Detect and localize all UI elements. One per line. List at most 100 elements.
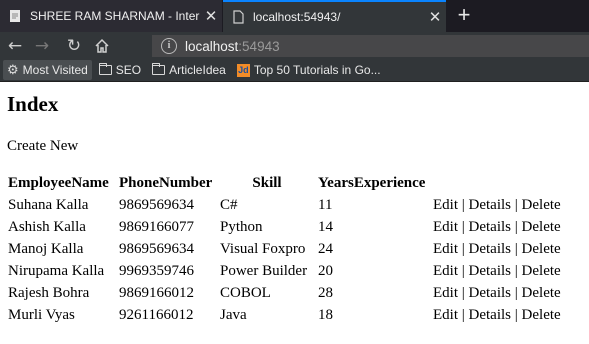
table-row: Nirupama Kalla 9969359746 Power Builder 20 E…: [6, 261, 577, 283]
table-row: Suhana Kalla 9869569634 C# 11 Edit | Details…: [6, 195, 577, 217]
skill-cell: Power Builder: [220, 263, 308, 279]
bookmark-articleidea[interactable]: ArticleIdea: [148, 60, 230, 80]
action-separator: |: [458, 307, 469, 323]
table-body: Suhana Kalla 9869569634 C# 11 Edit | Details…: [6, 195, 577, 327]
edit-link[interactable]: Edit: [433, 263, 458, 279]
employee-table: EmployeeName PhoneNumber Skill YearsExpe…: [6, 173, 577, 327]
edit-link[interactable]: Edit: [433, 197, 458, 213]
column-header-skill: Skill: [252, 175, 282, 191]
folder-icon: [152, 63, 166, 75]
create-new-link[interactable]: Create New: [7, 138, 78, 155]
skill-cell: COBOL: [220, 285, 271, 301]
bookmark-label: Top 50 Tutorials in Go...: [253, 63, 381, 77]
skill-cell: Python: [220, 219, 263, 235]
bookmark-most-visited[interactable]: ⚙ Most Visited: [3, 60, 92, 80]
action-separator: |: [458, 285, 469, 301]
delete-link[interactable]: Delete: [522, 219, 561, 235]
employee-name-cell: Suhana Kalla: [8, 197, 89, 213]
edit-link[interactable]: Edit: [433, 219, 458, 235]
phone-number-cell: 9869569634: [119, 197, 194, 213]
phone-number-cell: 9261166012: [119, 307, 194, 323]
action-separator: |: [511, 307, 522, 323]
skill-cell: Java: [220, 307, 247, 323]
page-title: Index: [7, 92, 59, 116]
skill-cell: C#: [220, 197, 238, 213]
action-separator: |: [458, 241, 469, 257]
employee-name-cell: Ashish Kalla: [8, 219, 86, 235]
years-experience-cell: 14: [318, 219, 333, 235]
phone-number-cell: 9869166077: [119, 219, 194, 235]
folder-icon: [98, 63, 112, 75]
years-experience-cell: 20: [318, 263, 333, 279]
forward-arrow-icon[interactable]: →: [31, 35, 53, 57]
back-arrow-icon[interactable]: ←: [4, 35, 26, 57]
bookmark-label: ArticleIdea: [169, 63, 226, 77]
bookmark-label: SEO: [115, 63, 142, 77]
employee-name-cell: Rajesh Bohra: [8, 285, 90, 301]
delete-link[interactable]: Delete: [522, 307, 561, 323]
bookmark-seo[interactable]: SEO: [95, 60, 145, 80]
action-separator: |: [511, 197, 522, 213]
edit-link[interactable]: Edit: [433, 241, 458, 257]
action-separator: |: [458, 263, 469, 279]
phone-number-cell: 9869569634: [119, 241, 194, 257]
row-actions: Edit | Details | Delete: [433, 261, 577, 283]
bookmarks-bar: ⚙ Most Visited SEO ArticleIdea Jd Top 50…: [0, 59, 589, 82]
table-row: Murli Vyas 9261166012 Java 18 Edit | Details…: [6, 305, 577, 327]
close-tab-icon[interactable]: ✕: [200, 7, 222, 25]
tab-localhost[interactable]: localhost:54943/ ✕: [223, 0, 446, 32]
navigation-toolbar: ← → ↻ i localhost:54943: [0, 32, 589, 59]
phone-number-cell: 9969359746: [119, 263, 194, 279]
delete-link[interactable]: Delete: [522, 197, 561, 213]
table-header-row: EmployeeName PhoneNumber Skill YearsExpe…: [6, 173, 577, 195]
details-link[interactable]: Details: [469, 263, 512, 279]
url-host: localhost: [185, 38, 239, 54]
home-icon[interactable]: [91, 35, 113, 57]
table-row: Ashish Kalla 9869166077 Python 14 Edit | Det…: [6, 217, 577, 239]
doc-favicon-icon: [10, 10, 20, 22]
row-actions: Edit | Details | Delete: [433, 305, 577, 327]
site-info-icon[interactable]: i: [161, 38, 177, 54]
row-actions: Edit | Details | Delete: [433, 283, 577, 305]
tab-shree-ram-sharnam[interactable]: SHREE RAM SHARNAM - Inter ✕: [0, 0, 222, 32]
close-tab-icon[interactable]: ✕: [424, 8, 446, 26]
bookmark-top-50-tutorials[interactable]: Jd Top 50 Tutorials in Go...: [233, 60, 385, 80]
edit-link[interactable]: Edit: [433, 285, 458, 301]
page-favicon-icon: [233, 10, 244, 24]
table-row: Manoj Kalla 9869569634 Visual Foxpro 24 Edit…: [6, 239, 577, 261]
action-separator: |: [511, 219, 522, 235]
url-port: :54943: [238, 38, 280, 54]
jd-site-icon: Jd: [236, 63, 250, 77]
employee-name-cell: Murli Vyas: [8, 307, 75, 323]
action-separator: |: [458, 197, 469, 213]
column-header-phone-number: PhoneNumber: [119, 175, 213, 191]
details-link[interactable]: Details: [469, 197, 512, 213]
column-header-actions: [433, 173, 577, 195]
edit-link[interactable]: Edit: [433, 307, 458, 323]
row-actions: Edit | Details | Delete: [433, 239, 577, 261]
years-experience-cell: 28: [318, 285, 333, 301]
table-row: Rajesh Bohra 9869166012 COBOL 28 Edit | Deta…: [6, 283, 577, 305]
tab-bar: SHREE RAM SHARNAM - Inter ✕ localhost:54…: [0, 0, 589, 32]
reload-icon[interactable]: ↻: [63, 35, 85, 57]
address-bar[interactable]: i localhost:54943: [152, 35, 589, 57]
details-link[interactable]: Details: [469, 241, 512, 257]
details-link[interactable]: Details: [469, 307, 512, 323]
action-separator: |: [458, 219, 469, 235]
row-actions: Edit | Details | Delete: [433, 195, 577, 217]
delete-link[interactable]: Delete: [522, 263, 561, 279]
details-link[interactable]: Details: [469, 219, 512, 235]
years-experience-cell: 24: [318, 241, 333, 257]
new-tab-button[interactable]: +: [450, 0, 478, 32]
column-header-years-experience: YearsExperience: [318, 175, 426, 191]
skill-cell: Visual Foxpro: [220, 241, 306, 257]
delete-link[interactable]: Delete: [522, 285, 561, 301]
details-link[interactable]: Details: [469, 285, 512, 301]
tab-title: localhost:54943/: [253, 10, 341, 24]
action-separator: |: [511, 263, 522, 279]
delete-link[interactable]: Delete: [522, 241, 561, 257]
employee-name-cell: Nirupama Kalla: [8, 263, 105, 279]
gear-icon: ⚙: [7, 62, 19, 77]
action-separator: |: [511, 285, 522, 301]
phone-number-cell: 9869166012: [119, 285, 194, 301]
